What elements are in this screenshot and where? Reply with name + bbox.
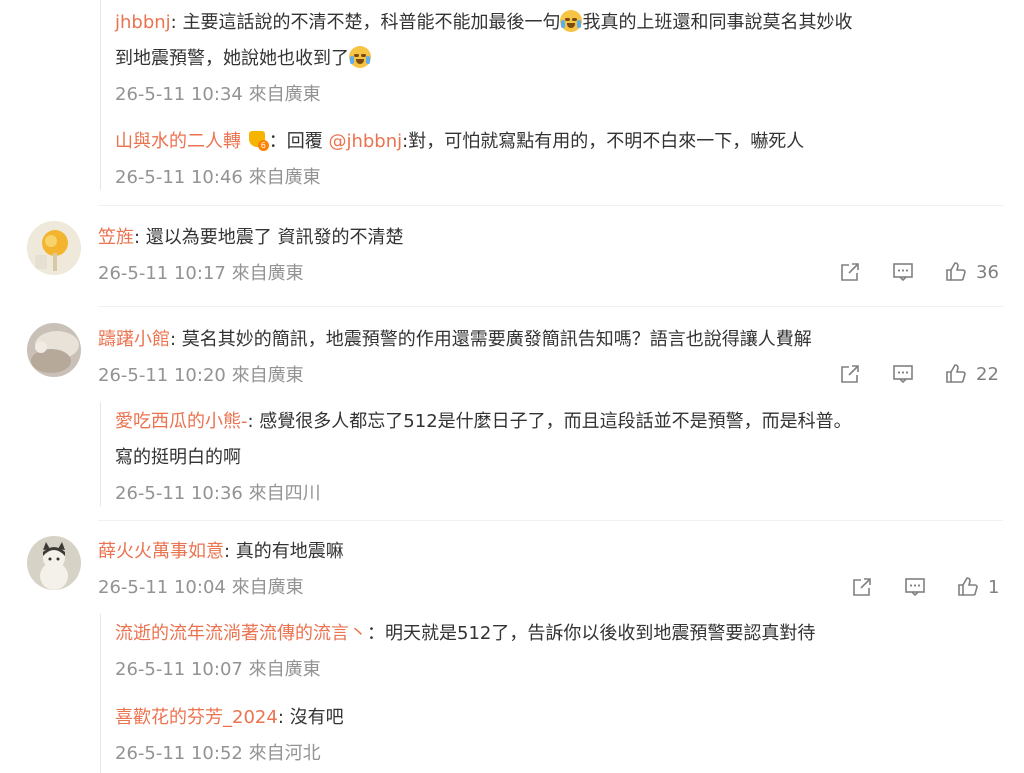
reply-meta: 26-5-11 10:07 來自廣東	[115, 659, 321, 680]
comment-text: 莫名其妙的簡訊，地震預警的作用還需要廣發簡訊告知嗎？語言也說得讓人費解	[181, 329, 812, 350]
like-count: 1	[988, 576, 1000, 598]
reply-thread-bar	[100, 0, 101, 190]
reply-username[interactable]: jhbbnj	[115, 12, 171, 33]
reply-meta: 26-5-11 10:46 來自廣東	[115, 167, 321, 188]
reply-separator: :	[247, 411, 260, 432]
share-icon[interactable]	[838, 260, 864, 284]
crying-emoji-icon	[560, 10, 583, 32]
like-count: 36	[976, 261, 999, 283]
like-button[interactable]: 36	[944, 260, 999, 284]
comment-icon[interactable]	[891, 260, 917, 284]
reply-thread-bar	[100, 402, 101, 506]
reply-separator: ：回覆	[268, 131, 329, 152]
reply-meta: 26-5-11 10:36 來自四川	[115, 483, 321, 504]
avatar[interactable]	[27, 323, 81, 377]
comment-divider	[98, 306, 1003, 307]
comment-icon[interactable]	[891, 362, 917, 386]
reply-text: :對，可怕就寫點有用的，不明不白來一下，嚇死人	[402, 131, 805, 152]
reply-text-line: 到地震預警，她說她也收到了	[115, 46, 371, 71]
comment-item: 薛火火萬事如意: 真的有地震嘛	[98, 540, 344, 564]
comment-text: 真的有地震嘛	[235, 541, 344, 562]
avatar[interactable]	[27, 536, 81, 590]
reply-separator: ：	[367, 623, 385, 644]
reply-item: jhbbnj: 主要這話說的不清不楚，科普能不能加最後一句 我真的上班還和同事說莫…	[115, 10, 852, 35]
like-count: 22	[976, 363, 999, 385]
reply-username[interactable]: 愛吃西瓜的小熊-	[115, 411, 248, 432]
reply-username[interactable]: 喜歡花的芬芳_2024	[115, 707, 278, 728]
reply-separator: :	[170, 12, 183, 33]
reply-separator: :	[277, 707, 290, 728]
avatar[interactable]	[27, 221, 81, 275]
reply-item: 山與水的二人轉 6 ：回覆 @jhbbnj:對，可怕就寫點有用的，不明不白來一下，…	[115, 129, 804, 154]
comment-username[interactable]: 躊躇小館	[98, 329, 170, 350]
comment-item: 躊躇小館: 莫名其妙的簡訊，地震預警的作用還需要廣發簡訊告知嗎？語言也說得讓人費…	[98, 328, 812, 352]
comment-actions: 36	[838, 260, 999, 284]
comment-actions: 1	[850, 575, 999, 599]
comment-username[interactable]: 笠旌	[98, 227, 134, 248]
reply-text: 沒有吧	[289, 707, 344, 728]
reply-username[interactable]: 流逝的流年流淌著流傳的流言丶	[115, 623, 367, 644]
reply-text: 明天就是512了，告訴你以後收到地震預警要認真對待	[385, 623, 816, 644]
reply-text: 主要這話說的不清不楚，科普能不能加最後一句	[182, 12, 561, 33]
comment-username[interactable]: 薛火火萬事如意	[98, 541, 224, 562]
mention-link[interactable]: @jhbbnj	[328, 131, 402, 152]
comment-actions: 22	[838, 362, 999, 386]
reply-item: 喜歡花的芬芳_2024: 沒有吧	[115, 706, 344, 730]
share-icon[interactable]	[838, 362, 864, 386]
comment-separator: :	[224, 541, 236, 562]
reply-text: 感覺很多人都忘了512是什麼日子了，而且這段話並不是預警，而是科普。	[259, 411, 852, 432]
reply-item: 愛吃西瓜的小熊-: 感覺很多人都忘了512是什麼日子了，而且這段話並不是預警，而…	[115, 410, 852, 434]
reply-text: 到地震預警，她說她也收到了	[115, 48, 349, 69]
share-icon[interactable]	[850, 575, 876, 599]
vip-badge-icon: 6	[247, 129, 269, 151]
reply-text: 我真的上班還和同事說莫名其妙收	[582, 12, 853, 33]
comment-divider	[98, 205, 1003, 206]
comment-divider	[98, 520, 1003, 521]
reply-text-line: 寫的挺明白的啊	[115, 447, 241, 468]
comment-separator: :	[170, 329, 182, 350]
comment-text: 還以為要地震了 資訊發的不清楚	[145, 227, 404, 248]
comment-icon[interactable]	[903, 575, 929, 599]
reply-item: 流逝的流年流淌著流傳的流言丶：明天就是512了，告訴你以後收到地震預警要認真對待	[115, 622, 815, 646]
comment-meta: 26-5-11 10:04 來自廣東	[98, 577, 304, 598]
comment-meta: 26-5-11 10:17 來自廣東	[98, 263, 304, 284]
like-button[interactable]: 22	[944, 362, 999, 386]
crying-emoji-icon	[349, 46, 371, 68]
comment-item: 笠旌: 還以為要地震了 資訊發的不清楚	[98, 226, 404, 250]
reply-thread-bar	[100, 614, 101, 773]
like-button[interactable]: 1	[956, 575, 999, 599]
reply-meta: 26-5-11 10:52 來自河北	[115, 743, 321, 764]
reply-meta: 26-5-11 10:34 來自廣東	[115, 84, 321, 105]
reply-username[interactable]: 山與水的二人轉	[115, 131, 241, 152]
comment-meta: 26-5-11 10:20 來自廣東	[98, 365, 304, 386]
comment-separator: :	[134, 227, 146, 248]
